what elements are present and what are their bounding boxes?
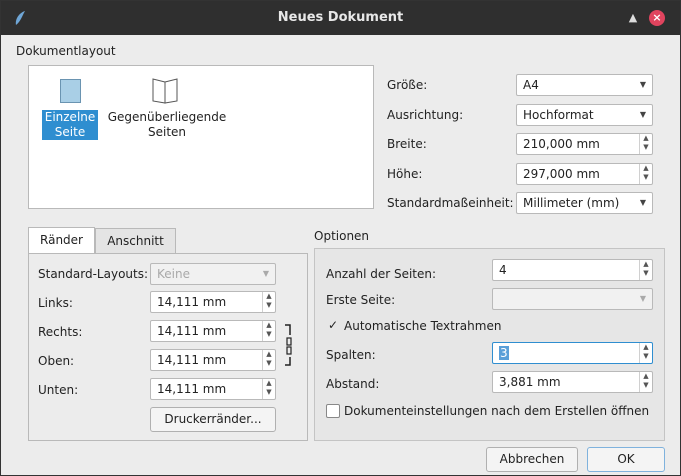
page-count-label: Anzahl der Seiten: [326, 267, 437, 281]
spin-arrows-icon[interactable]: ▲ ▼ [262, 379, 275, 399]
margin-left-label: Links: [38, 296, 73, 310]
orientation-dropdown[interactable]: Hochformat ▼ [516, 104, 653, 126]
first-page-dropdown[interactable]: ▼ [492, 288, 653, 310]
layout-group-title: Dokumentlayout [16, 44, 116, 58]
margin-top-label: Oben: [38, 354, 75, 368]
margin-bottom-label: Unten: [38, 383, 79, 397]
minimize-icon[interactable]: ▲ [626, 11, 640, 25]
page-count-value: 4 [499, 263, 507, 277]
height-spinbox[interactable]: 297,000 mm ▲ ▼ [516, 163, 653, 185]
gap-label: Abstand: [326, 377, 380, 391]
layout-selector: Einzelne Seite Gegenüberliegende Seiten [28, 65, 374, 209]
width-label: Breite: [387, 137, 427, 151]
margin-top-value: 14,111 mm [157, 353, 227, 367]
unit-label: Standardmaßeinheit: [387, 196, 514, 210]
ok-button[interactable]: OK [587, 447, 665, 472]
open-settings-checkbox[interactable] [326, 404, 340, 418]
size-value: A4 [523, 78, 539, 92]
spin-arrows-icon[interactable]: ▲ ▼ [262, 350, 275, 370]
window-title: Neues Dokument [277, 10, 404, 25]
layout-option-facing-line1: Gegenüberliegende [107, 110, 227, 124]
tab-margins[interactable]: Ränder [28, 227, 95, 254]
size-dropdown[interactable]: A4 ▼ [516, 74, 653, 96]
margin-right-spinbox[interactable]: 14,111 mm ▲ ▼ [150, 320, 276, 342]
spin-arrows-icon[interactable]: ▲ ▼ [639, 260, 652, 280]
height-label: Höhe: [387, 167, 423, 181]
dropdown-arrow-icon: ▼ [639, 294, 646, 303]
dropdown-arrow-icon: ▼ [639, 198, 646, 207]
spin-arrows-icon[interactable]: ▲ ▼ [639, 343, 652, 363]
link-margins-icon[interactable] [284, 323, 292, 367]
layout-option-facing[interactable]: Gegenüberliegende Seiten [105, 110, 229, 140]
preset-dropdown[interactable]: Keine ▼ [150, 263, 276, 285]
new-document-dialog: Neues Dokument ▲ × Dokumentlayout Einzel… [0, 0, 681, 476]
unit-value: Millimeter (mm) [523, 196, 620, 210]
margin-bottom-spinbox[interactable]: 14,111 mm ▲ ▼ [150, 378, 276, 400]
spin-arrows-icon[interactable]: ▲ ▼ [262, 321, 275, 341]
margin-bottom-value: 14,111 mm [157, 382, 227, 396]
spin-arrows-icon[interactable]: ▲ ▼ [639, 134, 652, 154]
orientation-value: Hochformat [523, 108, 594, 122]
spin-arrows-icon[interactable]: ▲ ▼ [639, 372, 652, 392]
options-group-title: Optionen [314, 229, 370, 243]
margin-right-value: 14,111 mm [157, 324, 227, 338]
margin-left-spinbox[interactable]: 14,111 mm ▲ ▼ [150, 291, 276, 313]
first-page-label: Erste Seite: [326, 293, 396, 307]
page-count-spinbox[interactable]: 4 ▲ ▼ [492, 259, 653, 281]
close-icon[interactable]: × [649, 10, 665, 26]
margin-left-value: 14,111 mm [157, 295, 227, 309]
layout-option-single-line2: Seite [54, 125, 86, 139]
size-label: Größe: [387, 78, 428, 92]
height-value: 297,000 mm [523, 167, 600, 181]
gap-spinbox[interactable]: 3,881 mm ▲ ▼ [492, 371, 653, 393]
layout-option-single-line1: Einzelne [44, 110, 96, 124]
columns-value: 3 [499, 346, 509, 360]
cancel-button[interactable]: Abbrechen [486, 447, 578, 472]
title-bar: Neues Dokument ▲ × [1, 1, 680, 35]
layout-option-single[interactable]: Einzelne Seite [42, 110, 98, 140]
columns-label: Spalten: [326, 348, 376, 362]
width-value: 210,000 mm [523, 137, 600, 151]
spin-arrows-icon[interactable]: ▲ ▼ [262, 292, 275, 312]
width-spinbox[interactable]: 210,000 mm ▲ ▼ [516, 133, 653, 155]
facing-pages-icon[interactable] [150, 78, 180, 104]
margin-top-spinbox[interactable]: 14,111 mm ▲ ▼ [150, 349, 276, 371]
layout-option-facing-line2: Seiten [147, 125, 187, 139]
auto-text-frames-checkbox[interactable]: ✓ [326, 319, 340, 333]
preset-label: Standard-Layouts: [38, 267, 149, 281]
dropdown-arrow-icon: ▼ [262, 269, 269, 278]
columns-spinbox[interactable]: 3 ▲ ▼ [492, 342, 653, 364]
auto-text-frames-label: Automatische Textrahmen [344, 319, 502, 333]
dropdown-arrow-icon: ▼ [639, 80, 646, 89]
orientation-label: Ausrichtung: [387, 108, 464, 122]
open-settings-label: Dokumenteinstellungen nach dem Erstellen… [344, 404, 650, 418]
spin-arrows-icon[interactable]: ▲ ▼ [639, 164, 652, 184]
dropdown-arrow-icon: ▼ [639, 110, 646, 119]
unit-dropdown[interactable]: Millimeter (mm) ▼ [516, 192, 653, 214]
tab-bleed[interactable]: Anschnitt [95, 228, 176, 254]
margin-right-label: Rechts: [38, 325, 83, 339]
printer-margins-button[interactable]: Druckerränder... [150, 407, 276, 432]
gap-value: 3,881 mm [499, 375, 561, 389]
single-page-icon[interactable] [60, 79, 81, 103]
preset-value: Keine [157, 267, 190, 281]
